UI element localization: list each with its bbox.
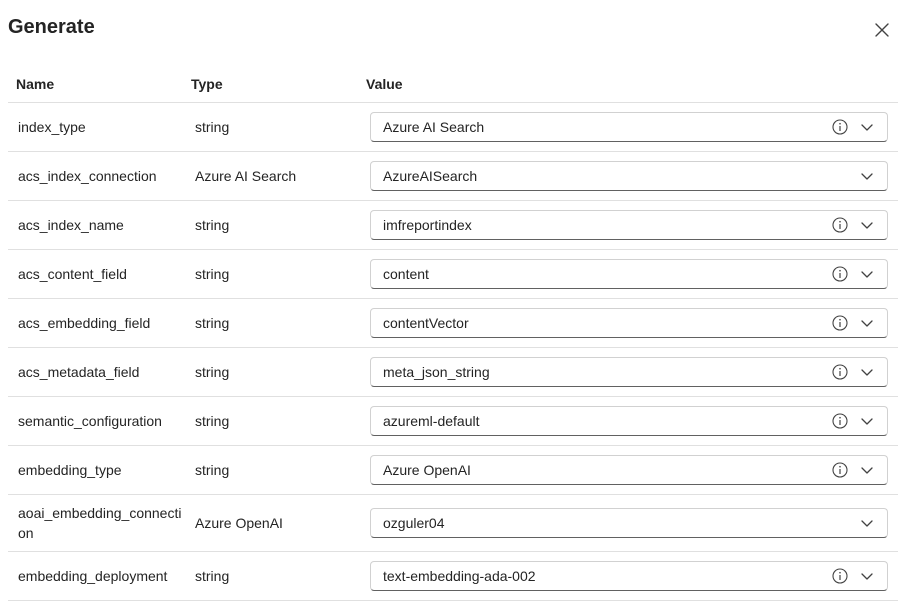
chevron-down-icon[interactable]	[859, 515, 875, 531]
table-row: index_type string Azure AI Search	[8, 103, 898, 152]
param-value-dropdown[interactable]: meta_json_string	[370, 357, 888, 387]
chevron-down-icon[interactable]	[859, 119, 875, 135]
dropdown-value: AzureAISearch	[383, 168, 478, 184]
param-type: Azure OpenAI	[195, 515, 283, 531]
param-name: embedding_type	[18, 462, 122, 478]
table-row: acs_index_name string imfreportindex	[8, 201, 898, 250]
chevron-down-icon[interactable]	[859, 413, 875, 429]
close-button[interactable]	[868, 16, 896, 44]
table-row: acs_embedding_field string contentVector	[8, 299, 898, 348]
chevron-down-icon[interactable]	[859, 266, 875, 282]
info-icon[interactable]	[831, 412, 849, 430]
chevron-down-icon[interactable]	[859, 217, 875, 233]
dropdown-value: ozguler04	[383, 515, 445, 531]
param-value-cell: meta_json_string	[358, 357, 898, 387]
dropdown-value: contentVector	[383, 315, 469, 331]
dropdown-value: azureml-default	[383, 413, 480, 429]
dropdown-value: meta_json_string	[383, 364, 490, 380]
table-row: acs_content_field string content	[8, 250, 898, 299]
param-type: string	[195, 364, 230, 380]
param-value-dropdown[interactable]: Azure OpenAI	[370, 455, 888, 485]
param-name: embedding_deployment	[18, 568, 168, 584]
chevron-down-icon[interactable]	[859, 168, 875, 184]
table-row: embedding_type string Azure OpenAI	[8, 446, 898, 495]
param-value-cell: ozguler04	[358, 508, 898, 538]
info-icon[interactable]	[831, 461, 849, 479]
param-type: string	[195, 462, 230, 478]
info-icon[interactable]	[831, 216, 849, 234]
param-name: acs_embedding_field	[18, 315, 151, 331]
table-row: aoai_embedding_connection Azure OpenAI ozg…	[8, 495, 898, 552]
dropdown-value: imfreportindex	[383, 217, 472, 233]
param-value-dropdown[interactable]: ozguler04	[370, 508, 888, 538]
table-row: embedding_deployment string text-embedding…	[8, 552, 898, 601]
info-icon[interactable]	[831, 118, 849, 136]
column-header-type: Type	[191, 76, 223, 92]
dropdown-value: content	[383, 266, 429, 282]
param-type: string	[195, 266, 230, 282]
info-icon[interactable]	[831, 314, 849, 332]
chevron-down-icon[interactable]	[859, 364, 875, 380]
dropdown-value: text-embedding-ada-002	[383, 568, 536, 584]
chevron-down-icon[interactable]	[859, 568, 875, 584]
param-name: acs_metadata_field	[18, 364, 140, 380]
param-value-dropdown[interactable]: AzureAISearch	[370, 161, 888, 191]
param-value-dropdown[interactable]: text-embedding-ada-002	[370, 561, 888, 591]
table-header: Name Type Value	[8, 66, 898, 103]
close-icon	[875, 23, 889, 37]
param-value-dropdown[interactable]: content	[370, 259, 888, 289]
table-row: acs_index_connection Azure AI Search Azure…	[8, 152, 898, 201]
param-name: semantic_configuration	[18, 413, 162, 429]
param-name: aoai_embedding_connection	[18, 505, 182, 541]
table-row: semantic_configuration string azureml-defa…	[8, 397, 898, 446]
column-header-name: Name	[16, 76, 55, 92]
info-icon[interactable]	[831, 567, 849, 585]
param-value-cell: AzureAISearch	[358, 161, 898, 191]
param-type: string	[195, 413, 230, 429]
param-value-dropdown[interactable]: azureml-default	[370, 406, 888, 436]
param-value-cell: Azure OpenAI	[358, 455, 898, 485]
table-body: index_type string Azure AI Search acs_index…	[8, 103, 898, 601]
param-type: string	[195, 217, 230, 233]
param-name: acs_content_field	[18, 266, 127, 282]
param-name: index_type	[18, 119, 86, 135]
param-value-cell: imfreportindex	[358, 210, 898, 240]
param-name: acs_index_name	[18, 217, 124, 233]
info-icon[interactable]	[831, 363, 849, 381]
table-row: acs_metadata_field string meta_json_string	[8, 348, 898, 397]
info-icon[interactable]	[831, 265, 849, 283]
parameters-table: Name Type Value index_type string Azure AI…	[8, 66, 898, 601]
param-type: string	[195, 119, 230, 135]
param-value-cell: text-embedding-ada-002	[358, 561, 898, 591]
param-value-cell: azureml-default	[358, 406, 898, 436]
chevron-down-icon[interactable]	[859, 315, 875, 331]
dropdown-value: Azure OpenAI	[383, 462, 471, 478]
param-value-dropdown[interactable]: Azure AI Search	[370, 112, 888, 142]
param-value-dropdown[interactable]: imfreportindex	[370, 210, 888, 240]
param-value-cell: contentVector	[358, 308, 898, 338]
dropdown-value: Azure AI Search	[383, 119, 485, 135]
chevron-down-icon[interactable]	[859, 462, 875, 478]
param-value-cell: Azure AI Search	[358, 112, 898, 142]
param-type: Azure AI Search	[195, 168, 297, 184]
column-header-value: Value	[366, 76, 403, 92]
param-type: string	[195, 568, 230, 584]
param-name: acs_index_connection	[18, 168, 157, 184]
param-type: string	[195, 315, 230, 331]
dialog-title: Generate	[8, 16, 95, 38]
param-value-dropdown[interactable]: contentVector	[370, 308, 888, 338]
param-value-cell: content	[358, 259, 898, 289]
